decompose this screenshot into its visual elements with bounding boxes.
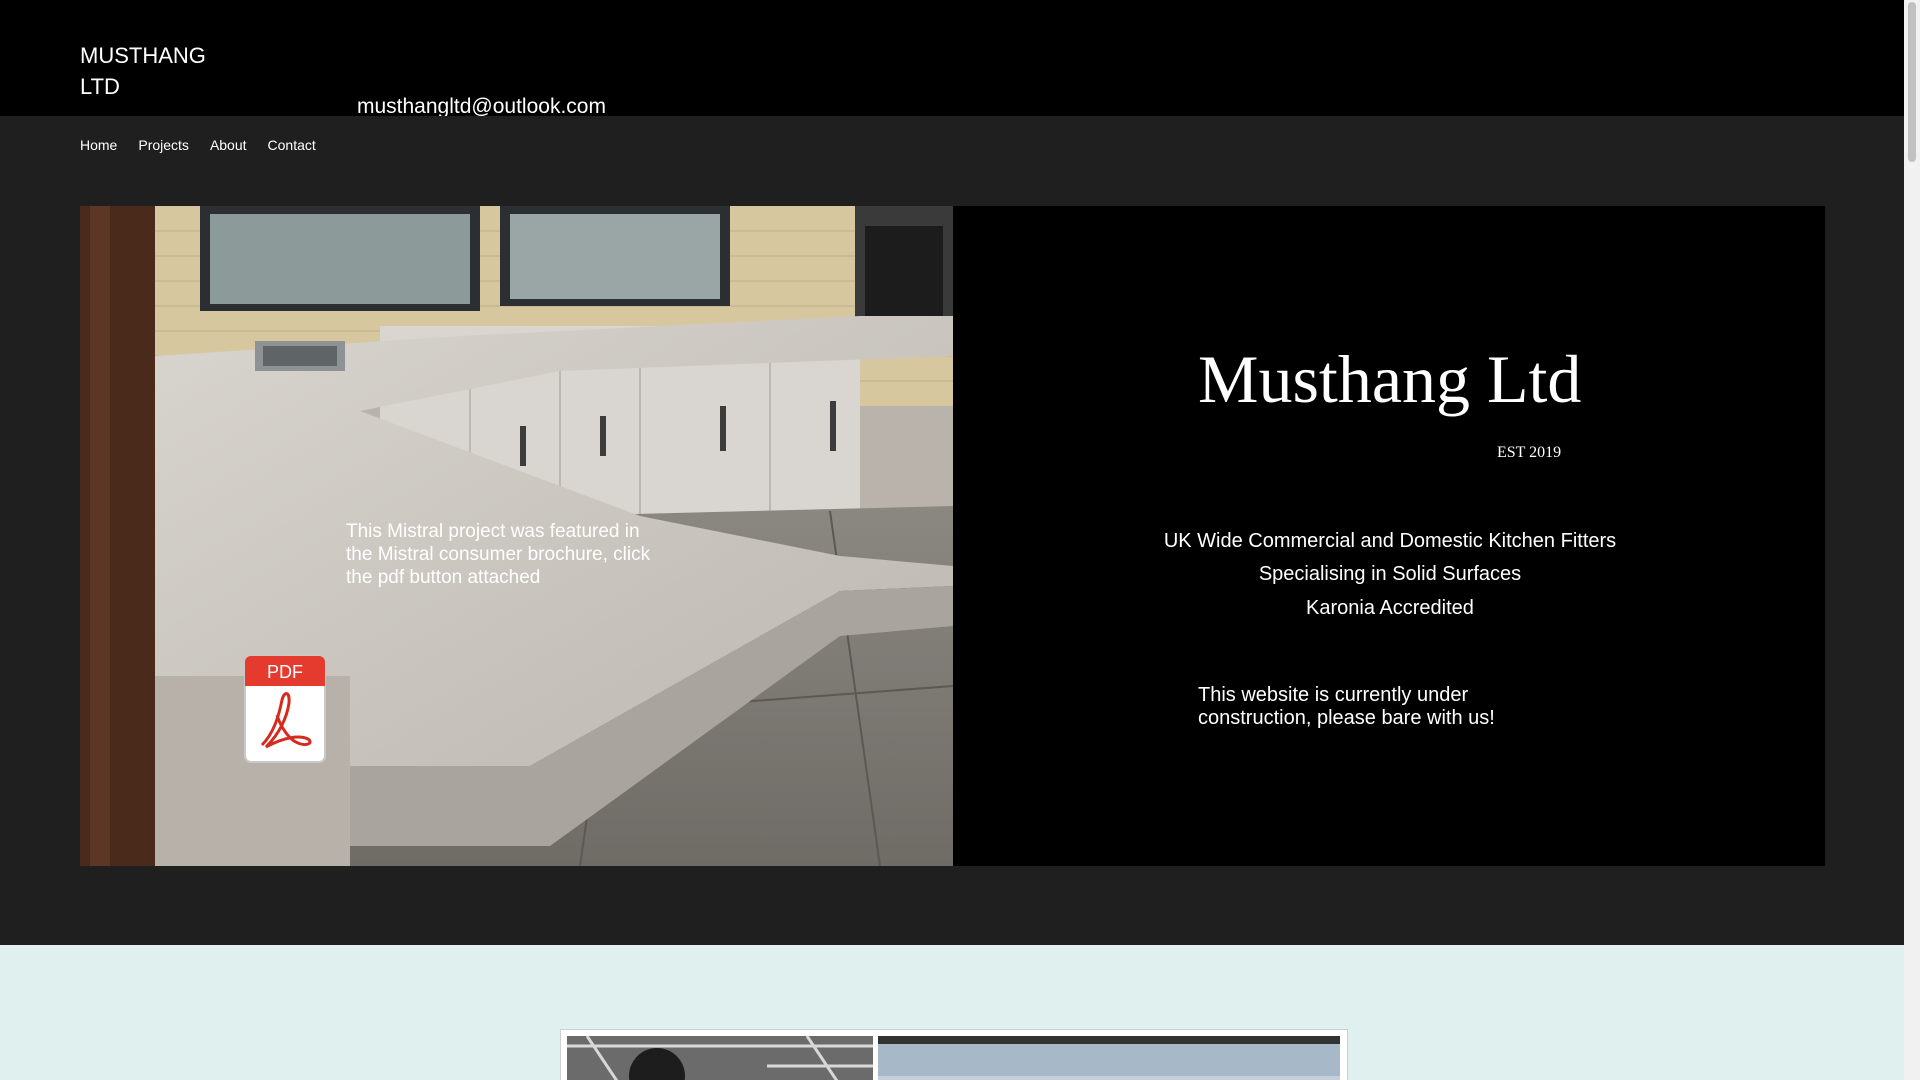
tagline-3: Karonia Accredited bbox=[1306, 597, 1474, 619]
main-nav: Home Projects About Contact bbox=[80, 137, 337, 153]
tagline-2: Specialising in Solid Surfaces bbox=[1258, 563, 1522, 585]
nav-item-about[interactable]: About bbox=[210, 137, 247, 153]
nav-item-home[interactable]: Home bbox=[80, 137, 117, 153]
scrollbar-thumb[interactable] bbox=[1908, 2, 1916, 162]
featured-text: This Mistral project was featured in the… bbox=[346, 521, 651, 588]
brand-title: Musthang Ltd bbox=[1198, 341, 1582, 417]
page-scrollbar[interactable] bbox=[1904, 0, 1920, 1080]
construction-notice: This website is currently under construc… bbox=[1198, 684, 1495, 729]
est-label: EST 2019 bbox=[1497, 444, 1562, 461]
site-logo[interactable]: MUSTHANG LTD bbox=[80, 40, 240, 102]
gallery-image-2[interactable] bbox=[878, 1036, 1340, 1080]
nav-item-contact[interactable]: Contact bbox=[268, 137, 316, 153]
page: MUSTHANG LTD musthangltd@outlook.com Hom… bbox=[0, 0, 1904, 1080]
pdf-label: PDF bbox=[267, 662, 303, 682]
nav-item-projects[interactable]: Projects bbox=[138, 137, 189, 153]
tagline-1: UK Wide Commercial and Domestic Kitchen … bbox=[1163, 530, 1617, 552]
site-header: MUSTHANG LTD musthangltd@outlook.com bbox=[0, 0, 1904, 118]
pdf-download-icon[interactable]: PDF bbox=[244, 655, 326, 763]
gallery-image-1[interactable] bbox=[567, 1036, 873, 1080]
